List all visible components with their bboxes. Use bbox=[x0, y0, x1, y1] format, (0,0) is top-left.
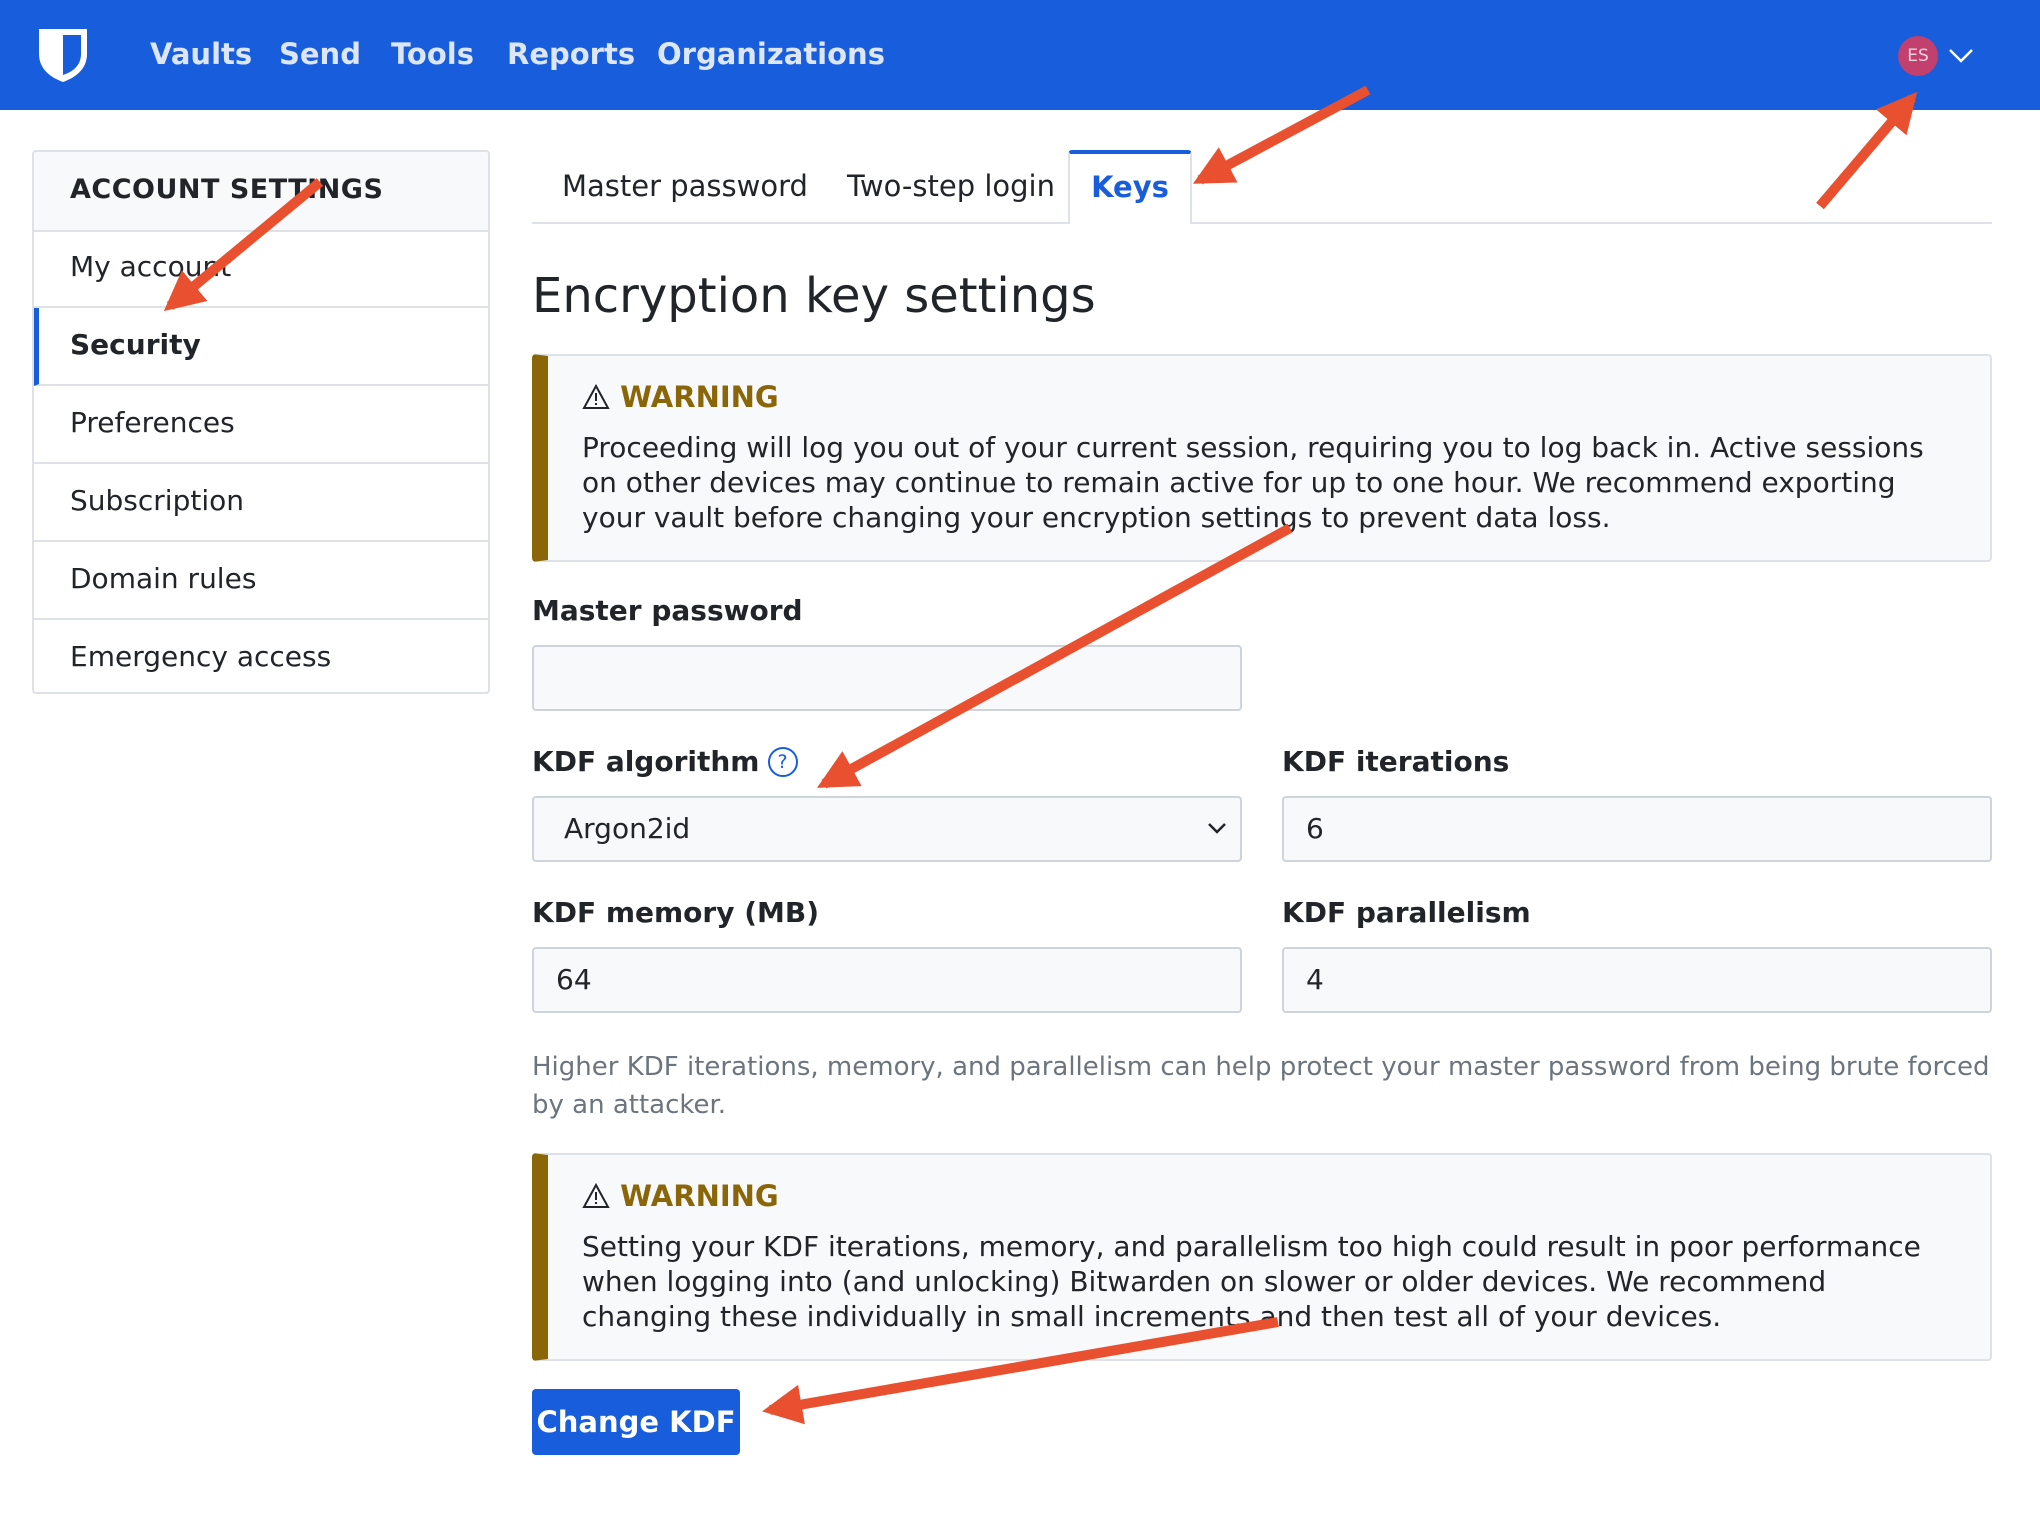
account-avatar[interactable]: ES bbox=[1898, 36, 1938, 76]
kdf-algorithm-label: KDF algorithm? bbox=[532, 745, 798, 778]
nav-link-organizations[interactable]: Organizations bbox=[657, 36, 885, 72]
annotation-arrow bbox=[1816, 91, 1918, 210]
kdf-memory-label: KDF memory (MB) bbox=[532, 896, 819, 929]
warning-triangle-icon bbox=[582, 383, 610, 409]
account-menu-chevron-icon[interactable] bbox=[1948, 48, 1974, 64]
nav-link-reports[interactable]: Reports bbox=[507, 36, 635, 72]
kdf-iterations-input[interactable]: 6 bbox=[1282, 796, 1992, 862]
warning-callout-session: WARNING Proceeding will log you out of y… bbox=[532, 354, 1992, 562]
sidebar-item-security[interactable]: Security bbox=[34, 308, 488, 386]
tab-two-step-login[interactable]: Two-step login bbox=[847, 150, 1055, 222]
warning-body: Setting your KDF iterations, memory, and… bbox=[582, 1230, 1921, 1333]
warning-body: Proceeding will log you out of your curr… bbox=[582, 431, 1924, 534]
sidebar-item-emergency-access[interactable]: Emergency access bbox=[34, 620, 488, 692]
sidebar-item-preferences[interactable]: Preferences bbox=[34, 386, 488, 464]
warning-title: WARNING bbox=[582, 1179, 779, 1213]
sidebar-item-my-account[interactable]: My account bbox=[34, 230, 488, 308]
kdf-parallelism-label: KDF parallelism bbox=[1282, 896, 1531, 929]
kdf-iterations-label: KDF iterations bbox=[1282, 745, 1510, 778]
top-navbar: Vaults Send Tools Reports Organizations … bbox=[0, 0, 2040, 110]
change-kdf-button[interactable]: Change KDF bbox=[532, 1389, 740, 1455]
bitwarden-shield-icon[interactable] bbox=[36, 26, 90, 84]
kdf-algorithm-select[interactable]: Argon2id bbox=[532, 796, 1242, 862]
nav-link-vaults[interactable]: Vaults bbox=[150, 36, 252, 72]
nav-link-send[interactable]: Send bbox=[279, 36, 361, 72]
tab-keys[interactable]: Keys bbox=[1068, 150, 1192, 224]
warning-title: WARNING bbox=[582, 380, 779, 414]
kdf-help-text: Higher KDF iterations, memory, and paral… bbox=[532, 1052, 1990, 1120]
sidebar-heading: ACCOUNT SETTINGS bbox=[34, 152, 488, 232]
nav-link-tools[interactable]: Tools bbox=[391, 36, 474, 72]
master-password-input[interactable] bbox=[532, 645, 1242, 711]
sidebar-item-subscription[interactable]: Subscription bbox=[34, 464, 488, 542]
warning-triangle-icon bbox=[582, 1182, 610, 1208]
master-password-label: Master password bbox=[532, 594, 803, 627]
kdf-parallelism-input[interactable]: 4 bbox=[1282, 947, 1992, 1013]
sidebar-item-domain-rules[interactable]: Domain rules bbox=[34, 542, 488, 620]
chevron-down-icon bbox=[1208, 823, 1226, 834]
tab-bar-divider bbox=[532, 222, 1992, 224]
tab-master-password[interactable]: Master password bbox=[562, 150, 808, 222]
kdf-memory-input[interactable]: 64 bbox=[532, 947, 1242, 1013]
account-settings-sidebar: ACCOUNT SETTINGS My account Security Pre… bbox=[32, 150, 490, 694]
warning-callout-performance: WARNING Setting your KDF iterations, mem… bbox=[532, 1153, 1992, 1361]
page-title: Encryption key settings bbox=[532, 268, 1096, 324]
question-circle-icon[interactable]: ? bbox=[767, 747, 798, 777]
